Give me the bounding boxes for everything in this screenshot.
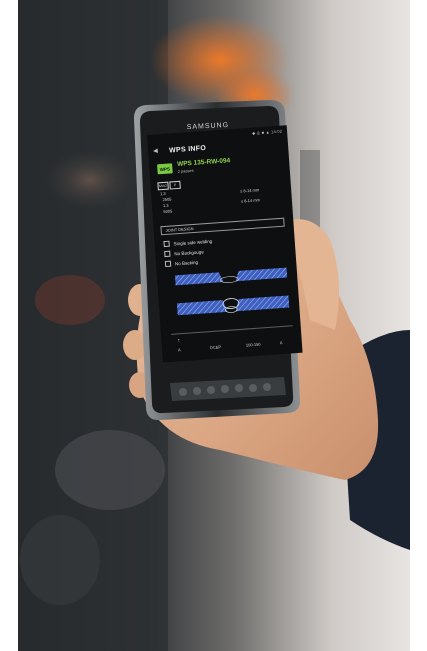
thickness-range-2: ≤ 8-14 mm	[240, 197, 261, 204]
position-icon	[164, 260, 172, 268]
plate-bottom-left	[176, 300, 228, 316]
wps-badge: WPS	[157, 163, 173, 175]
current-unit: A	[279, 340, 283, 346]
wps-code: WPS 135-RW-094	[176, 157, 231, 168]
footer-panel: ↑ A DCEP 100-150 A	[170, 325, 295, 359]
list-item-label: Single side welding	[173, 238, 213, 246]
status-bar: ◆ ◎ ■ ▲ 14:02	[251, 128, 283, 136]
app-title: WPS INFO	[168, 144, 207, 154]
phone-screen: ◆ ◎ ■ ▲ 14:02 ◀ WPS INFO WPS WPS 135-RW-…	[147, 125, 303, 363]
weld-joint-icon	[163, 240, 170, 248]
list-item-label: No Backing	[174, 259, 199, 266]
weld-parameters: MAG P 1.3 2505 1.3 5005 ≥ 8-14 mm ≤ 8-14…	[157, 174, 285, 223]
param-line-2: 2505	[162, 196, 172, 203]
gas-icon	[164, 250, 171, 258]
plate-top-right	[235, 267, 288, 282]
back-arrow-icon[interactable]: ◀	[153, 148, 159, 154]
thickness-range-1: ≥ 8-14 mm	[239, 187, 260, 194]
polarity-label: DCEP	[209, 344, 222, 351]
plate-top-left	[174, 272, 224, 286]
wps-subtitle: 2 passes	[177, 167, 194, 174]
joint-diagram	[174, 267, 290, 316]
param-line-3: 1.3	[162, 202, 169, 209]
plate-bottom-right	[235, 295, 290, 312]
app-header: ◀ WPS INFO	[148, 135, 289, 159]
position-chip: P	[169, 180, 181, 190]
process-chip: MAG	[157, 181, 169, 191]
footer-left-label: A	[177, 347, 181, 353]
current-range: 100-150	[245, 341, 261, 348]
param-line-1: 1.3	[159, 190, 166, 197]
polarity-icon: ↑	[177, 338, 181, 345]
param-line-4: 5005	[163, 208, 173, 215]
list-item-label: No Backgouge	[174, 248, 204, 256]
